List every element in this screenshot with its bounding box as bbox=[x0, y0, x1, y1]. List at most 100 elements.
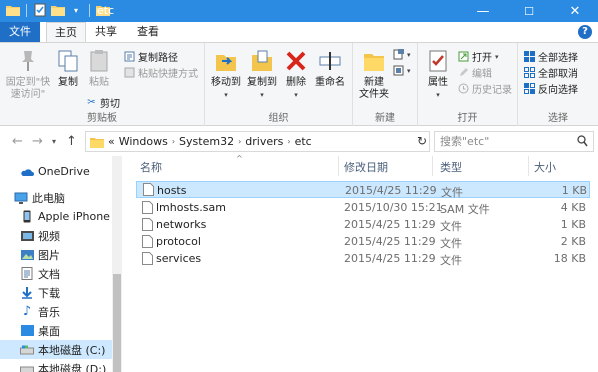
breadcrumb-windows[interactable]: Windows bbox=[119, 135, 168, 148]
quick-access-toolbar: ▾ bbox=[6, 3, 110, 17]
delete-button[interactable]: 删除 ▾ bbox=[283, 47, 309, 101]
help-button[interactable]: ? bbox=[578, 25, 592, 39]
table-row[interactable]: hosts 2015/4/25 11:29 文件 1 KB bbox=[136, 181, 590, 199]
pin-to-quick-access-button[interactable]: 固定到"快 速访问" bbox=[4, 47, 52, 101]
search-input[interactable]: 搜索"etc" bbox=[434, 131, 594, 152]
maximize-button[interactable]: ☐ bbox=[506, 0, 552, 22]
copy-button[interactable]: 复制 bbox=[54, 47, 82, 89]
nav-item-this-pc[interactable]: 此电脑 bbox=[0, 188, 112, 207]
paste-shortcut-icon bbox=[124, 67, 135, 78]
nav-item-onedrive[interactable]: OneDrive bbox=[0, 162, 112, 181]
search-icon bbox=[577, 134, 588, 153]
column-header-size[interactable]: 大小 bbox=[534, 159, 556, 175]
pictures-folder-icon bbox=[20, 248, 34, 261]
column-divider[interactable] bbox=[338, 156, 339, 176]
file-modified: 2015/4/25 11:29 bbox=[344, 252, 436, 265]
pin-icon bbox=[15, 47, 41, 75]
table-row[interactable]: networks 2015/4/25 11:29 文件 1 KB bbox=[136, 216, 590, 233]
move-to-button[interactable]: 移动到 ▾ bbox=[209, 47, 243, 101]
column-divider[interactable] bbox=[528, 156, 529, 176]
column-divider[interactable] bbox=[432, 156, 433, 176]
breadcrumb-drivers[interactable]: drivers bbox=[245, 135, 283, 148]
cut-button[interactable]: ✂ 剪切 bbox=[86, 95, 120, 110]
up-arrow-icon[interactable]: ↑ bbox=[66, 134, 77, 149]
new-folder-button[interactable]: 新建 文件夹 bbox=[357, 47, 391, 101]
paste-button[interactable]: 粘贴 bbox=[84, 47, 114, 89]
breadcrumb-overflow[interactable]: « bbox=[108, 135, 115, 148]
copy-to-button[interactable]: 复制到 ▾ bbox=[245, 47, 279, 101]
paste-shortcut-button[interactable]: 粘贴快捷方式 bbox=[124, 65, 198, 80]
edit-button[interactable]: 编辑 bbox=[458, 65, 492, 80]
file-name: hosts bbox=[157, 184, 187, 197]
column-header-type[interactable]: 类型 bbox=[440, 159, 462, 175]
select-group-label: 选择 bbox=[548, 113, 568, 124]
nav-item-pictures[interactable]: 图片 bbox=[0, 245, 112, 264]
tab-home[interactable]: 主页 bbox=[46, 22, 86, 42]
properties-button[interactable]: 属性 ▾ bbox=[424, 47, 452, 101]
tab-file[interactable]: 文件 bbox=[0, 22, 40, 42]
open-button[interactable]: 打开 ▾ bbox=[458, 49, 499, 64]
file-type: 文件 bbox=[440, 220, 462, 233]
nav-item-downloads[interactable]: 下载 bbox=[0, 283, 112, 302]
title-bar: ▾ etc — ☐ ✕ bbox=[0, 0, 598, 22]
tab-share[interactable]: 共享 bbox=[86, 22, 126, 42]
nav-item-music[interactable]: ♪ 音乐 bbox=[0, 302, 112, 321]
desktop-folder-icon bbox=[20, 324, 34, 337]
scissors-icon: ✂ bbox=[87, 97, 96, 108]
select-none-button[interactable]: 全部取消 bbox=[524, 65, 578, 80]
file-name: lmhosts.sam bbox=[156, 201, 226, 214]
easy-access-icon bbox=[393, 65, 404, 76]
file-name: protocol bbox=[156, 235, 201, 248]
tab-view[interactable]: 查看 bbox=[128, 22, 168, 42]
address-bar[interactable]: « Windows › System32 › drivers › etc ↻ bbox=[85, 131, 430, 152]
history-button[interactable]: 历史记录 bbox=[458, 81, 512, 96]
recent-locations-icon[interactable]: ▾ bbox=[52, 137, 56, 146]
properties-icon[interactable] bbox=[33, 3, 47, 17]
file-type: SAM 文件 bbox=[440, 203, 490, 216]
organize-group-label: 组织 bbox=[268, 113, 289, 124]
rename-button[interactable]: 重命名 bbox=[311, 47, 349, 89]
nav-item-local-disk-c[interactable]: 本地磁盘 (C:) bbox=[0, 340, 112, 359]
chevron-down-icon: ▾ bbox=[294, 91, 298, 99]
easy-access-button[interactable]: ▾ bbox=[393, 65, 411, 76]
folder-icon[interactable] bbox=[6, 3, 20, 17]
folder-icon bbox=[90, 136, 104, 148]
phone-icon bbox=[20, 210, 34, 223]
chevron-right-icon[interactable]: › bbox=[238, 137, 241, 146]
breadcrumb-system32[interactable]: System32 bbox=[179, 135, 234, 148]
file-size: 2 KB bbox=[560, 235, 586, 248]
nav-item-local-disk-d[interactable]: 本地磁盘 (D:) bbox=[0, 359, 112, 372]
table-row[interactable]: protocol 2015/4/25 11:29 文件 2 KB bbox=[136, 233, 590, 250]
column-header-name[interactable]: 名称 bbox=[140, 159, 162, 175]
file-name: networks bbox=[156, 218, 207, 231]
invert-selection-button[interactable]: 反向选择 bbox=[524, 81, 578, 96]
nav-item-videos[interactable]: 视频 bbox=[0, 226, 112, 245]
copy-path-button[interactable]: 复制路径 bbox=[124, 49, 178, 64]
select-all-button[interactable]: 全部选择 bbox=[524, 49, 578, 64]
new-item-button[interactable]: ▾ bbox=[393, 49, 411, 60]
navigation-scrollbar-thumb[interactable] bbox=[113, 274, 121, 372]
chevron-down-icon: ▾ bbox=[495, 52, 499, 61]
table-row[interactable]: lmhosts.sam 2015/10/30 15:21 SAM 文件 4 KB bbox=[136, 199, 590, 216]
close-button[interactable]: ✕ bbox=[552, 0, 598, 22]
cloud-icon bbox=[20, 165, 34, 178]
chevron-right-icon[interactable]: › bbox=[287, 137, 290, 146]
chevron-right-icon[interactable]: › bbox=[172, 137, 175, 146]
back-arrow-icon[interactable]: ← bbox=[12, 134, 23, 149]
column-header-modified[interactable]: 修改日期 bbox=[344, 159, 388, 175]
refresh-icon[interactable]: ↻ bbox=[417, 134, 427, 148]
forward-arrow-icon[interactable]: → bbox=[32, 134, 43, 149]
new-folder-icon[interactable] bbox=[51, 3, 65, 17]
minimize-button[interactable]: — bbox=[460, 0, 506, 22]
paste-icon bbox=[86, 47, 112, 75]
organize-group: 移动到 ▾ 复制到 ▾ 删除 ▾ 重命名 组织 bbox=[205, 43, 353, 127]
table-row[interactable]: services 2015/4/25 11:29 文件 18 KB bbox=[136, 250, 590, 267]
breadcrumb-etc[interactable]: etc bbox=[295, 135, 312, 148]
new-group-label: 新建 bbox=[375, 113, 395, 124]
documents-folder-icon bbox=[20, 267, 34, 280]
nav-item-desktop[interactable]: 桌面 bbox=[0, 321, 112, 340]
nav-item-documents[interactable]: 文档 bbox=[0, 264, 112, 283]
customize-qat-icon[interactable]: ▾ bbox=[69, 3, 83, 17]
file-icon bbox=[142, 252, 153, 265]
nav-item-apple-iphone[interactable]: Apple iPhone bbox=[0, 207, 112, 226]
